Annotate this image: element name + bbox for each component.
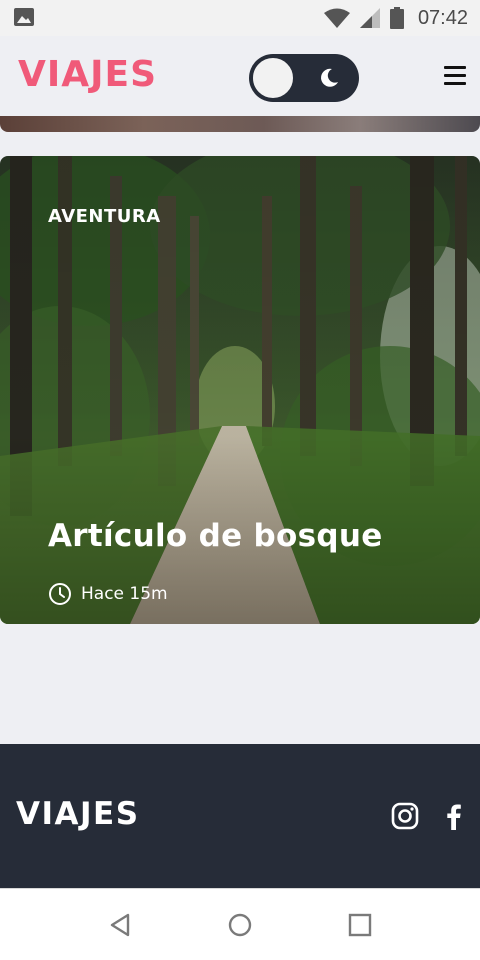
app-header: VIAJES <box>0 36 480 116</box>
site-footer: VIAJES <box>0 744 480 888</box>
clock-icon <box>49 583 71 605</box>
article-card[interactable]: AVENTURA Artículo de bosque Hace 15m <box>0 156 480 624</box>
hamburger-menu-icon[interactable] <box>444 66 466 86</box>
theme-toggle[interactable] <box>249 54 359 102</box>
previous-card-image[interactable] <box>0 116 480 132</box>
back-icon[interactable] <box>106 911 134 939</box>
card-meta: Hace 15m <box>48 582 168 606</box>
card-category: AVENTURA <box>48 206 161 227</box>
wifi-icon <box>323 8 350 28</box>
status-time: 07:42 <box>417 6 468 29</box>
status-bar: 07:42 <box>0 0 480 36</box>
facebook-icon[interactable] <box>440 802 468 830</box>
brand-logo[interactable]: VIAJES <box>18 54 157 95</box>
image-icon <box>14 8 34 26</box>
recents-icon[interactable] <box>346 911 374 939</box>
instagram-icon[interactable] <box>391 802 419 830</box>
footer-brand[interactable]: VIAJES <box>16 796 140 832</box>
card-time: Hace 15m <box>81 584 168 604</box>
android-nav-bar <box>0 888 480 960</box>
battery-icon <box>389 7 404 29</box>
home-icon[interactable] <box>226 911 254 939</box>
moon-icon <box>321 68 338 87</box>
toggle-knob[interactable] <box>251 56 295 100</box>
card-title[interactable]: Artículo de bosque <box>48 518 383 554</box>
signal-icon <box>359 8 380 28</box>
